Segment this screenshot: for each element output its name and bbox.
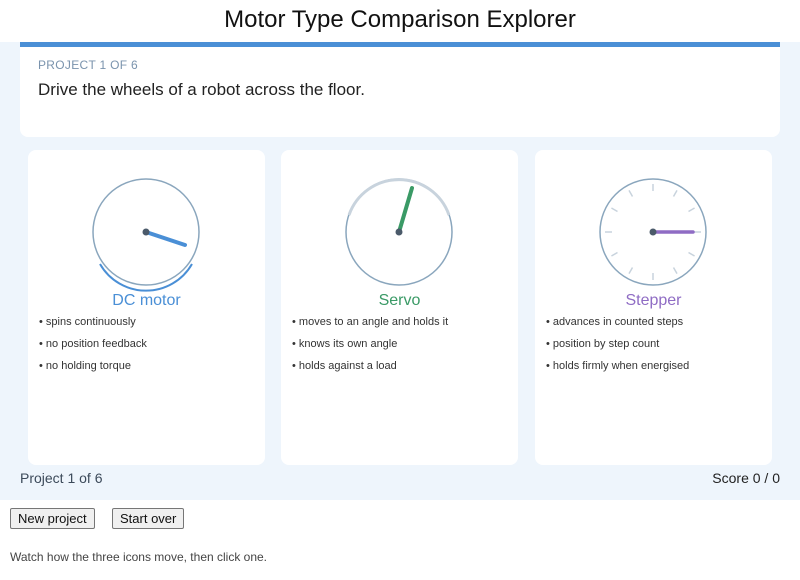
project-progress-text: Project 1 of 6	[20, 470, 103, 486]
start-over-button[interactable]: Start over	[112, 508, 185, 529]
stepper-dial-icon	[599, 178, 707, 286]
motor-name-dc: DC motor	[112, 292, 181, 309]
feature-list-stepper: • advances in counted steps • position b…	[546, 316, 689, 382]
prompt-task-text: Drive the wheels of a robot across the f…	[38, 80, 365, 99]
motor-card-servo[interactable]: Servo • moves to an angle and holds it •…	[281, 150, 518, 465]
prompt-progress-label: PROJECT 1 OF 6	[38, 58, 139, 72]
feature-item: • position by step count	[546, 338, 660, 350]
feature-item: • moves to an angle and holds it	[292, 316, 449, 328]
dc-motor-dial-icon	[92, 178, 200, 292]
feature-item: • spins continuously	[39, 316, 136, 328]
feature-item: • no position feedback	[39, 338, 147, 350]
instruction-hint: Watch how the three icons move, then cli…	[10, 550, 268, 564]
explorer-stage: PROJECT 1 OF 6 Drive the wheels of a rob…	[0, 42, 800, 500]
feature-list-servo: • moves to an angle and holds it • knows…	[292, 316, 448, 382]
feature-item: • advances in counted steps	[546, 316, 684, 328]
motor-name-servo: Servo	[378, 292, 421, 309]
feature-item: • no holding torque	[39, 360, 131, 372]
feature-item: • holds firmly when energised	[546, 360, 690, 372]
feature-list-dc: • spins continuously • no position feedb…	[39, 316, 147, 382]
prompt-card: PROJECT 1 OF 6 Drive the wheels of a rob…	[20, 42, 780, 137]
new-project-button[interactable]: New project	[10, 508, 95, 529]
page-title: Motor Type Comparison Explorer	[224, 6, 576, 33]
servo-dial-icon	[345, 178, 453, 286]
motor-name-stepper: Stepper	[625, 292, 682, 309]
feature-item: • knows its own angle	[292, 338, 398, 350]
motor-card-stepper[interactable]: Stepper • advances in counted steps • po…	[535, 150, 772, 465]
motor-card-dc[interactable]: DC motor • spins continuously • no posit…	[28, 150, 265, 465]
feature-item: • holds against a load	[292, 360, 397, 372]
score-text: Score 0 / 0	[712, 470, 780, 486]
